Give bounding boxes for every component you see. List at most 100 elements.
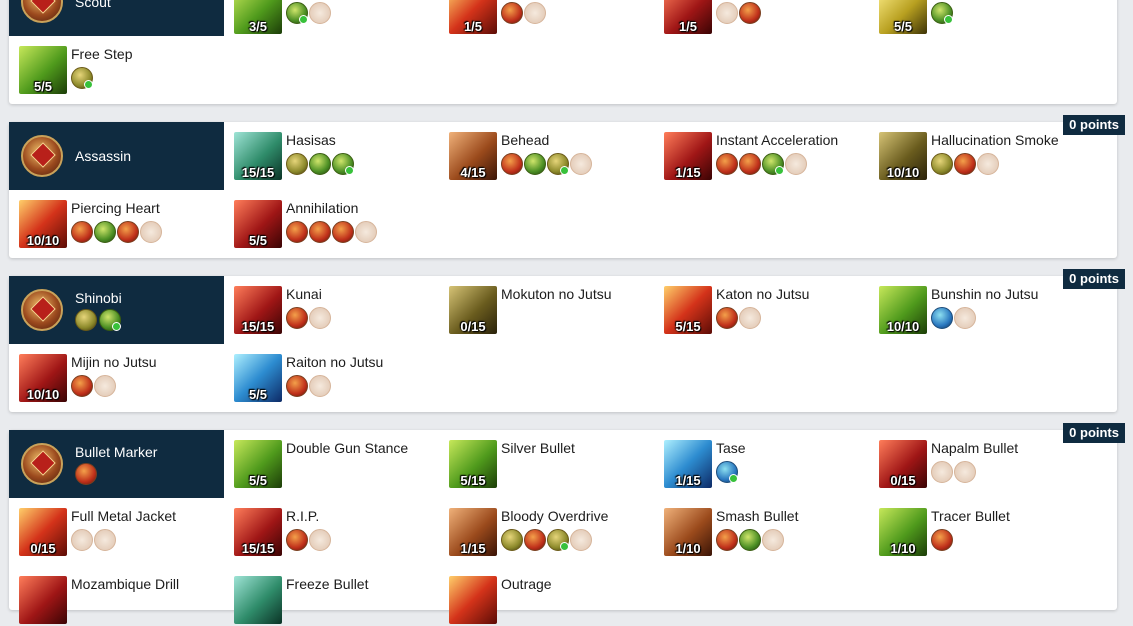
skill-slot[interactable]: 1/5 — [449, 0, 649, 36]
modifier-icon[interactable] — [739, 529, 761, 551]
skill-slot[interactable]: 0/15 Full Metal Jacket — [19, 508, 229, 558]
skill-slot[interactable]: 0/15 Mokuton no Jutsu — [449, 286, 659, 336]
modifier-list — [286, 307, 331, 329]
modifier-icon[interactable] — [739, 153, 761, 175]
empty-modifier-icon[interactable] — [762, 529, 784, 551]
skill-slot[interactable]: 1/5 — [664, 0, 864, 36]
skill-level: 1/5 — [463, 19, 483, 34]
modifier-icon[interactable] — [501, 2, 523, 24]
modifier-icon[interactable] — [931, 153, 953, 175]
empty-modifier-icon[interactable] — [954, 461, 976, 483]
empty-modifier-icon[interactable] — [931, 461, 953, 483]
skill-icon: 10/10 — [879, 286, 927, 334]
empty-modifier-icon[interactable] — [977, 153, 999, 175]
modifier-icon[interactable] — [716, 529, 738, 551]
modifier-icon[interactable] — [332, 153, 354, 175]
class-header[interactable]: Scout — [9, 0, 224, 36]
skill-slot[interactable]: 5/5 Annihilation — [234, 200, 444, 250]
skill-slot[interactable]: 1/15 Bloody Overdrive — [449, 508, 659, 558]
modifier-icon[interactable] — [954, 153, 976, 175]
modifier-icon[interactable] — [524, 529, 546, 551]
modifier-icon[interactable] — [94, 221, 116, 243]
modifier-icon[interactable] — [547, 153, 569, 175]
skill-slot[interactable]: 5/5 Raiton no Jutsu — [234, 354, 444, 404]
modifier-icon[interactable] — [716, 307, 738, 329]
empty-modifier-icon[interactable] — [309, 375, 331, 397]
skill-slot[interactable]: 10/10 Mijin no Jutsu — [19, 354, 229, 404]
empty-modifier-icon[interactable] — [785, 153, 807, 175]
modifier-list — [716, 153, 807, 175]
modifier-icon[interactable] — [117, 221, 139, 243]
modifier-icon[interactable] — [716, 461, 738, 483]
skill-slot[interactable]: Freeze Bullet — [234, 576, 444, 626]
empty-modifier-icon[interactable] — [716, 2, 738, 24]
modifier-icon[interactable] — [524, 153, 546, 175]
empty-modifier-icon[interactable] — [954, 307, 976, 329]
empty-modifier-icon[interactable] — [309, 2, 331, 24]
skill-slot[interactable]: 15/15 Hasisas — [234, 132, 444, 182]
skill-slot[interactable]: 1/10 Tracer Bullet — [879, 508, 1089, 558]
modifier-icon[interactable] — [501, 153, 523, 175]
skill-slot[interactable]: 15/15 R.I.P. — [234, 508, 444, 558]
modifier-icon[interactable] — [71, 67, 93, 89]
skill-icon: 5/5 — [234, 354, 282, 402]
class-header[interactable]: Bullet Marker — [9, 430, 224, 498]
empty-modifier-icon[interactable] — [94, 375, 116, 397]
skill-slot[interactable]: Mozambique Drill — [19, 576, 229, 626]
modifier-icon[interactable] — [309, 221, 331, 243]
empty-modifier-icon[interactable] — [570, 153, 592, 175]
modifier-icon[interactable] — [931, 307, 953, 329]
empty-modifier-icon[interactable] — [739, 307, 761, 329]
modifier-icon[interactable] — [286, 375, 308, 397]
modifier-icon[interactable] — [739, 2, 761, 24]
skill-slot[interactable]: 5/15 Silver Bullet — [449, 440, 659, 490]
modifier-icon[interactable] — [286, 221, 308, 243]
skill-slot[interactable]: 5/15 Katon no Jutsu — [664, 286, 874, 336]
skill-slot[interactable]: 4/15 Behead — [449, 132, 659, 182]
modifier-icon[interactable] — [762, 153, 784, 175]
empty-modifier-icon[interactable] — [309, 529, 331, 551]
modifier-icon[interactable] — [71, 221, 93, 243]
modifier-icon[interactable] — [501, 529, 523, 551]
modifier-icon[interactable] — [309, 153, 331, 175]
modifier-icon[interactable] — [931, 2, 953, 24]
skill-slot[interactable]: 1/10 Smash Bullet — [664, 508, 874, 558]
modifier-icon[interactable] — [286, 307, 308, 329]
skill-slot[interactable]: 1/15 Tase — [664, 440, 874, 490]
modifier-icon[interactable] — [99, 308, 121, 331]
skill-slot[interactable]: 0/15 Napalm Bullet — [879, 440, 1089, 490]
modifier-icon[interactable] — [716, 153, 738, 175]
skill-slot[interactable]: 15/15 Kunai — [234, 286, 444, 336]
empty-modifier-icon[interactable] — [140, 221, 162, 243]
modifier-icon[interactable] — [286, 2, 308, 24]
empty-modifier-icon[interactable] — [570, 529, 592, 551]
empty-modifier-icon[interactable] — [524, 2, 546, 24]
skill-slot[interactable]: Outrage — [449, 576, 659, 626]
modifier-icon[interactable] — [332, 221, 354, 243]
class-header[interactable]: Assassin — [9, 122, 224, 190]
modifier-list — [931, 529, 953, 551]
skill-slot[interactable]: 10/10 Piercing Heart — [19, 200, 229, 250]
skill-name: Outrage — [501, 576, 552, 592]
skill-slot[interactable]: 5/5 Free Step — [19, 46, 219, 96]
skill-icon: 3/5 — [234, 0, 282, 34]
skill-level: 15/15 — [241, 165, 275, 180]
skill-slot[interactable]: 5/5 Double Gun Stance — [234, 440, 444, 490]
modifier-icon[interactable] — [71, 375, 93, 397]
skill-slot[interactable]: 10/10 Bunshin no Jutsu — [879, 286, 1089, 336]
skill-slot[interactable]: 5/5 — [879, 0, 1079, 36]
empty-modifier-icon[interactable] — [309, 307, 331, 329]
empty-modifier-icon[interactable] — [355, 221, 377, 243]
skill-slot[interactable]: 10/10 Hallucination Smoke — [879, 132, 1089, 182]
modifier-icon[interactable] — [931, 529, 953, 551]
class-header[interactable]: Shinobi — [9, 276, 224, 344]
modifier-icon[interactable] — [286, 153, 308, 175]
skill-slot[interactable]: 1/15 Instant Acceleration — [664, 132, 874, 182]
modifier-icon[interactable] — [75, 308, 97, 331]
empty-modifier-icon[interactable] — [71, 529, 93, 551]
empty-modifier-icon[interactable] — [94, 529, 116, 551]
skill-slot[interactable]: 3/5 — [234, 0, 434, 36]
modifier-icon[interactable] — [286, 529, 308, 551]
modifier-icon[interactable] — [75, 462, 97, 485]
modifier-icon[interactable] — [547, 529, 569, 551]
